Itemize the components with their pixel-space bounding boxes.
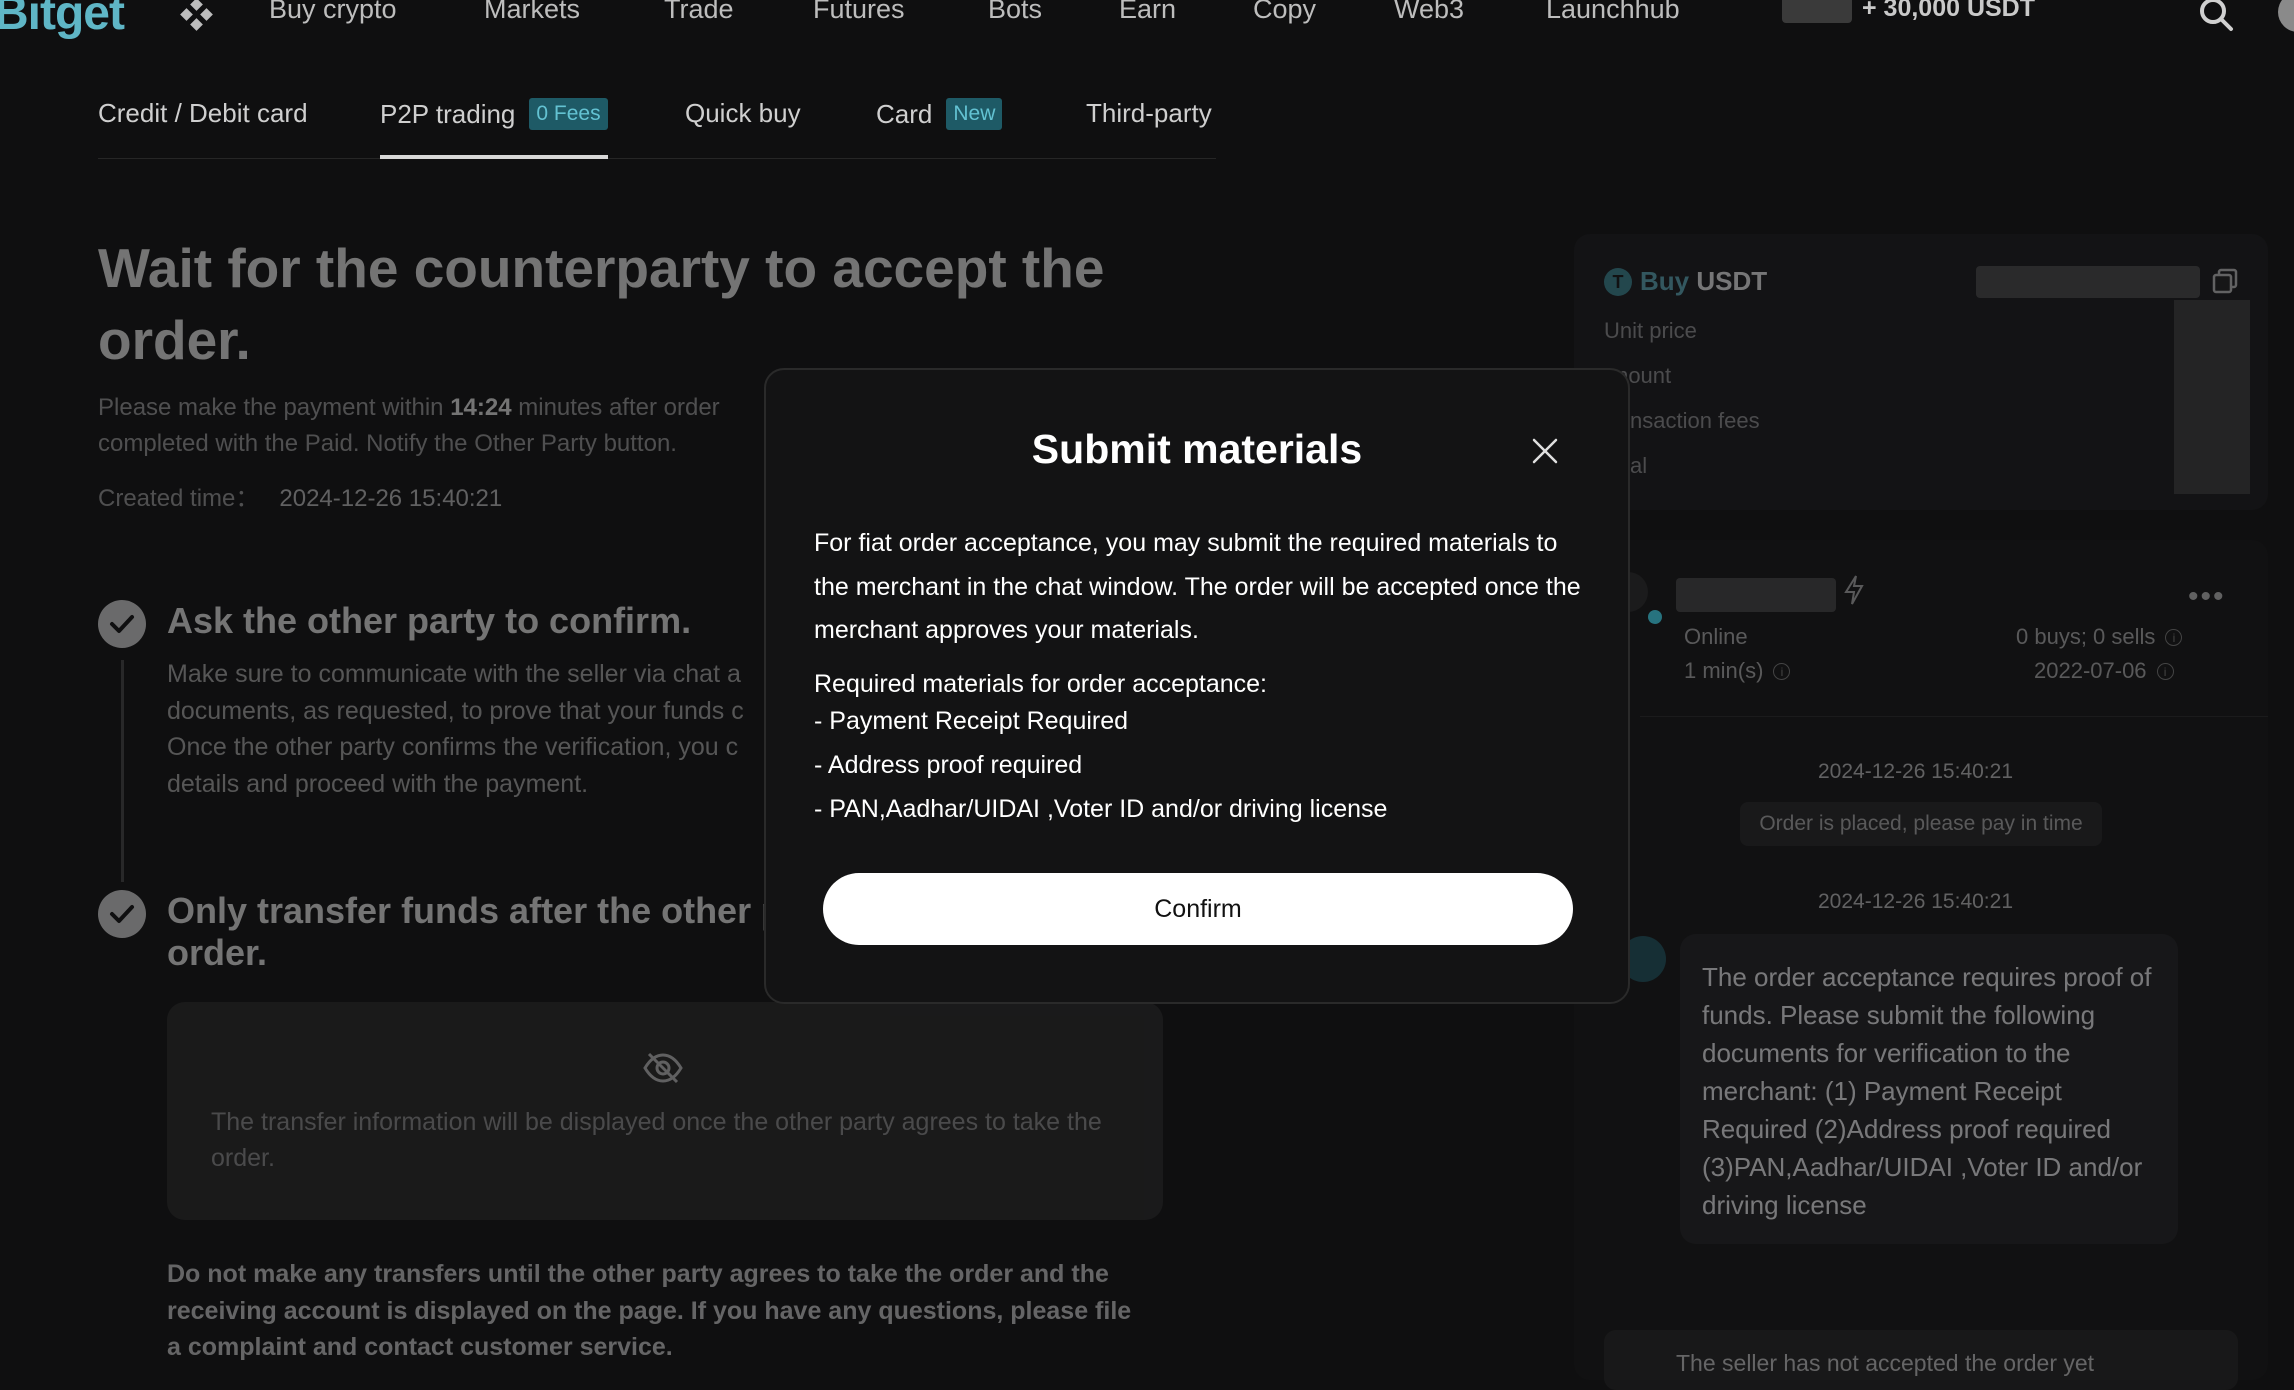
required-materials-title: Required materials for order acceptance: bbox=[814, 670, 1268, 698]
required-item: - Address proof required bbox=[814, 751, 1083, 779]
confirm-button[interactable]: Confirm bbox=[823, 873, 1573, 945]
close-icon[interactable] bbox=[1530, 436, 1560, 466]
modal-title: Submit materials bbox=[1031, 426, 1363, 472]
modal-description: For fiat order acceptance, you may submi… bbox=[814, 529, 1581, 644]
required-item: - PAN,Aadhar/UIDAI ,Voter ID and/or driv… bbox=[814, 795, 1388, 823]
required-item: - Payment Receipt Required bbox=[814, 707, 1129, 735]
